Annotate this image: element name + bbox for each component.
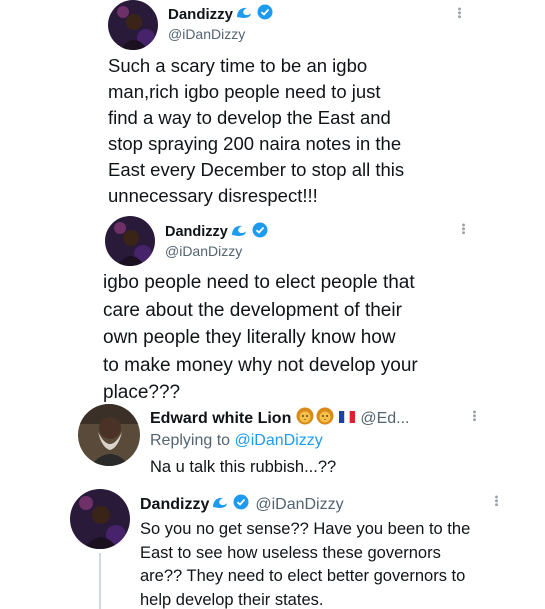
thread-connector xyxy=(99,553,101,609)
reply-author-name[interactable]: Edward white Lion xyxy=(150,410,291,428)
more-options-icon[interactable]: ••• xyxy=(457,223,469,235)
tweet-line: man,rich igbo people need to just xyxy=(108,81,381,102)
wave-icon xyxy=(235,5,253,23)
author-name[interactable]: Dandizzy xyxy=(140,496,209,514)
answer-header: Dandizzy @iDanDizzy xyxy=(140,494,344,515)
reply-author-avatar[interactable] xyxy=(78,404,140,466)
tweet-2-handle-row: @iDanDizzy xyxy=(165,243,242,259)
replying-to-line: Replying to @iDanDizzy xyxy=(150,432,323,450)
answer-line: So you no get sense?? Have you been to t… xyxy=(140,520,471,538)
replying-to-label: Replying to xyxy=(150,432,235,449)
verified-badge-icon xyxy=(252,222,268,242)
answer-text: So you no get sense?? Have you been to t… xyxy=(140,518,470,609)
author-handle[interactable]: @iDanDizzy xyxy=(255,496,343,514)
more-options-icon[interactable]: ••• xyxy=(453,7,465,19)
tweet-line: to make money why not develop your xyxy=(103,354,418,376)
tweet-line: care about the development of their xyxy=(103,299,402,321)
answer-line: East to see how useless these governors xyxy=(140,543,441,562)
author-handle[interactable]: @iDanDizzy xyxy=(168,26,245,42)
tweet-line: own people they literally know how xyxy=(103,327,396,348)
verified-badge-icon xyxy=(257,4,273,24)
reply-author-handle[interactable]: @Ed... xyxy=(360,410,409,428)
tweet-2-text: igbo people need to elect people that ca… xyxy=(103,269,418,407)
more-options-icon[interactable]: ••• xyxy=(468,410,480,422)
lion-face-icon xyxy=(316,407,334,430)
answer-line: help develop their states. xyxy=(140,590,324,609)
author-avatar[interactable] xyxy=(105,216,155,266)
tweet-1-header: Dandizzy xyxy=(168,4,273,24)
verified-badge-icon xyxy=(233,494,249,515)
tweet-line: place??? xyxy=(103,382,181,403)
tweet-line: igbo people need to elect people that xyxy=(103,272,415,293)
author-avatar[interactable] xyxy=(108,0,158,50)
replying-to-mention[interactable]: @iDanDizzy xyxy=(235,432,323,449)
author-avatar[interactable] xyxy=(70,489,130,549)
tweet-1-handle-row: @iDanDizzy xyxy=(168,26,245,42)
author-handle[interactable]: @iDanDizzy xyxy=(165,243,242,259)
author-name[interactable]: Dandizzy xyxy=(165,224,228,240)
author-name[interactable]: Dandizzy xyxy=(168,6,233,23)
reply-body: Na u talk this rubbish...?? xyxy=(150,458,337,476)
france-flag-icon xyxy=(339,410,356,428)
wave-icon xyxy=(230,223,248,241)
more-options-icon[interactable]: ••• xyxy=(490,495,502,507)
tweet-line: Such a scary time to be an igbo xyxy=(108,55,368,76)
wave-icon xyxy=(211,495,229,514)
reply-text: Na u talk this rubbish...?? xyxy=(150,456,336,478)
tweet-line: find a way to develop the East and xyxy=(108,107,391,128)
reply-header: Edward white Lion @Ed... xyxy=(150,407,410,430)
tweet-line: unnecessary disrespect!!! xyxy=(108,185,318,206)
tweet-line: stop spraying 200 naira notes in the xyxy=(108,133,402,154)
tweet-1-text: Such a scary time to be an igbo man,rich… xyxy=(108,53,404,209)
tweet-2-header: Dandizzy xyxy=(165,222,268,242)
answer-line: are?? They need to elect better governor… xyxy=(140,567,466,585)
tweet-line: East every December to stop all this xyxy=(108,159,405,180)
lion-face-icon xyxy=(296,407,314,430)
